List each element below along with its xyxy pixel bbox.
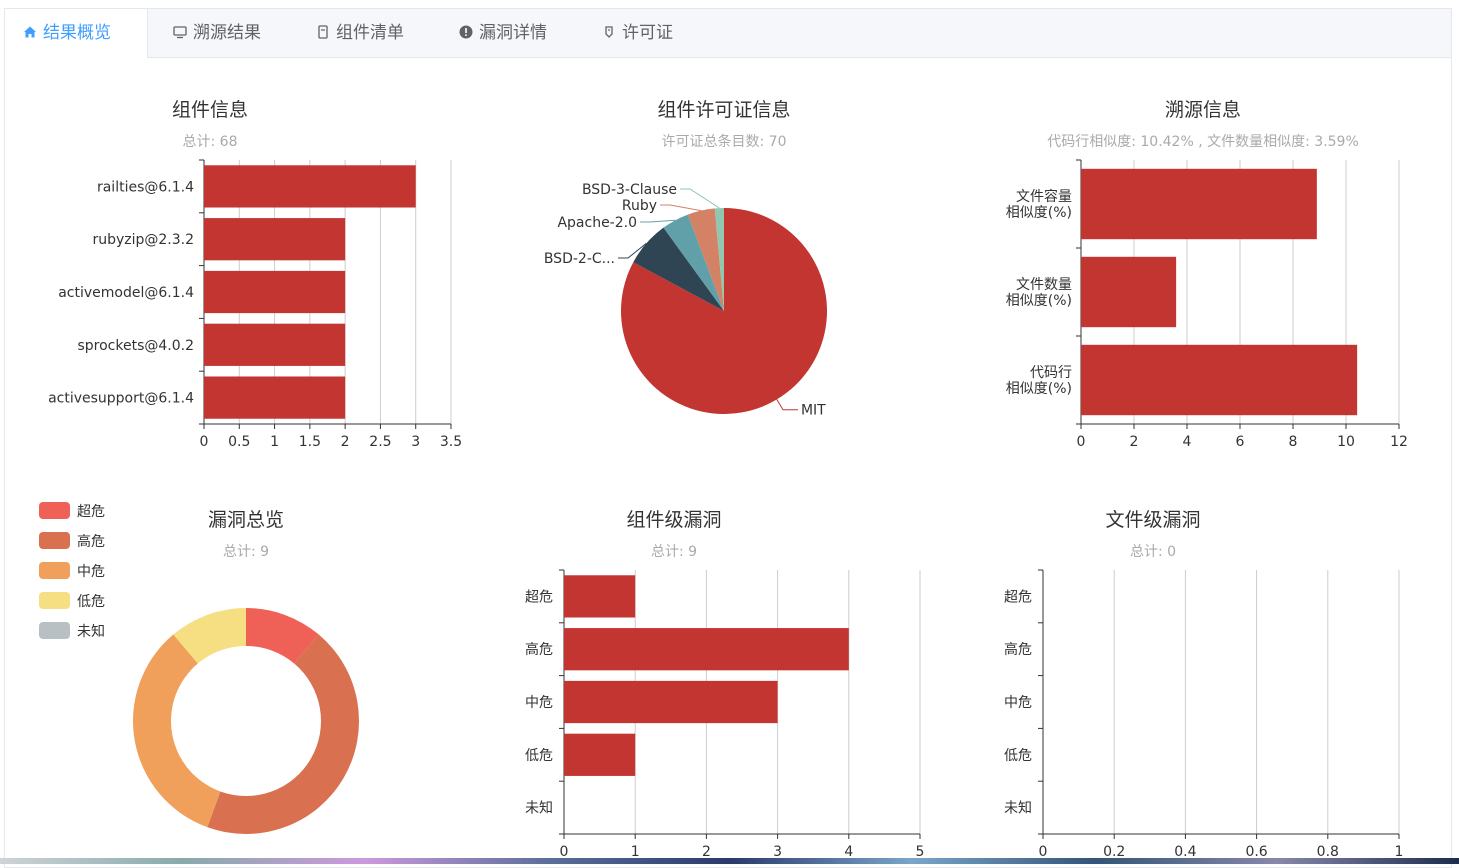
x-tick-label: 2 bbox=[1130, 434, 1139, 450]
pie-label-line bbox=[660, 204, 702, 212]
legend-label: 低危 bbox=[77, 594, 105, 610]
pie-label-line bbox=[640, 219, 676, 223]
bar bbox=[1081, 256, 1177, 328]
y-category-label: sprockets@4.0.2 bbox=[77, 338, 194, 354]
chart-subtitle: 总计: 0 bbox=[1130, 544, 1176, 560]
legend-swatch bbox=[39, 592, 70, 609]
dashboard-charts: 组件信息总计: 68 0 0.5 1 1.5 2 2.5 3 3.5 railties@6.1.4… bbox=[39, 99, 1408, 860]
bar bbox=[204, 218, 346, 261]
x-tick-label: 3 bbox=[411, 434, 420, 450]
y-category-label: 中危 bbox=[525, 695, 553, 711]
chart-subtitle: 代码行相似度: 10.42% , 文件数量相似度: 3.59% bbox=[1047, 134, 1359, 150]
chart-title: 漏洞总览 bbox=[208, 509, 284, 531]
y-category-label: rubyzip@2.3.2 bbox=[92, 232, 194, 248]
x-tick-label: 0 bbox=[1077, 434, 1086, 450]
chart-subtitle: 总计: 9 bbox=[223, 544, 269, 560]
y-category-label: 相似度(%) bbox=[1006, 293, 1072, 309]
pie-label: Apache-2.0 bbox=[557, 215, 637, 231]
x-tick-label: 0.5 bbox=[228, 434, 250, 450]
x-tick-label: 1 bbox=[270, 434, 279, 450]
pie-label-line bbox=[776, 399, 798, 411]
pie-label: MIT bbox=[801, 403, 826, 419]
chart-title: 溯源信息 bbox=[1165, 99, 1241, 121]
bar bbox=[204, 323, 346, 366]
y-category-label: 未知 bbox=[525, 800, 553, 817]
x-tick-label: 10 bbox=[1337, 434, 1355, 450]
chart-title: 组件信息 bbox=[172, 99, 248, 121]
legend-swatch bbox=[39, 622, 70, 639]
pie-label: BSD-2-C... bbox=[544, 251, 615, 267]
donut-slice bbox=[207, 634, 359, 834]
x-tick-label: 6 bbox=[1236, 434, 1245, 450]
y-category-label: 超危 bbox=[1004, 589, 1032, 605]
x-tick-label: 1.5 bbox=[299, 434, 321, 450]
y-category-label: 相似度(%) bbox=[1006, 205, 1072, 221]
bar bbox=[564, 680, 778, 724]
legend-label: 中危 bbox=[77, 564, 105, 580]
chart-title: 组件许可证信息 bbox=[657, 99, 790, 121]
y-category-label: 代码行 bbox=[1030, 365, 1072, 381]
y-category-label: activesupport@6.1.4 bbox=[48, 391, 194, 407]
bar bbox=[204, 270, 346, 314]
y-category-label: 文件数量 bbox=[1016, 277, 1072, 293]
bar bbox=[1081, 344, 1358, 416]
bar bbox=[564, 733, 636, 776]
taskbar-strip bbox=[0, 858, 1459, 864]
legend-swatch bbox=[39, 562, 70, 579]
legend-label: 未知 bbox=[77, 623, 105, 640]
chart-title: 组件级漏洞 bbox=[626, 509, 721, 531]
bar bbox=[564, 575, 636, 618]
y-category-label: 超危 bbox=[525, 589, 553, 605]
y-category-label: 未知 bbox=[1004, 800, 1032, 817]
bar bbox=[204, 165, 416, 208]
y-category-label: 低危 bbox=[1004, 748, 1032, 764]
chart-subtitle: 总计: 68 bbox=[183, 134, 238, 150]
chart-title: 文件级漏洞 bbox=[1105, 509, 1200, 531]
y-category-label: 低危 bbox=[525, 748, 553, 764]
chart-subtitle: 许可证总条目数: 70 bbox=[662, 133, 787, 150]
pie-label: Ruby bbox=[622, 198, 657, 214]
legend-label: 超危 bbox=[77, 504, 105, 520]
x-tick-label: 8 bbox=[1289, 434, 1298, 450]
x-tick-label: 4 bbox=[1183, 434, 1192, 450]
y-category-label: railties@6.1.4 bbox=[97, 179, 194, 195]
x-tick-label: 2.5 bbox=[369, 434, 391, 450]
pie-label-line bbox=[680, 188, 720, 209]
x-tick-label: 3.5 bbox=[440, 434, 462, 450]
bar bbox=[204, 376, 346, 419]
y-category-label: activemodel@6.1.4 bbox=[58, 285, 194, 301]
bar bbox=[564, 628, 849, 671]
bar bbox=[1081, 168, 1317, 240]
y-category-label: 中危 bbox=[1004, 695, 1032, 711]
legend-swatch bbox=[39, 502, 70, 519]
y-category-label: 文件容量 bbox=[1016, 188, 1072, 205]
x-tick-label: 2 bbox=[341, 434, 350, 450]
donut-slice bbox=[133, 634, 221, 828]
x-tick-label: 12 bbox=[1390, 434, 1408, 450]
y-category-label: 高危 bbox=[525, 641, 553, 658]
y-category-label: 相似度(%) bbox=[1006, 381, 1072, 397]
x-tick-label: 0 bbox=[200, 434, 209, 450]
pie-label: BSD-3-Clause bbox=[582, 182, 677, 198]
chart-subtitle: 总计: 9 bbox=[651, 544, 697, 560]
legend-label: 高危 bbox=[77, 533, 105, 550]
y-category-label: 高危 bbox=[1004, 641, 1032, 658]
legend-swatch bbox=[39, 532, 70, 549]
